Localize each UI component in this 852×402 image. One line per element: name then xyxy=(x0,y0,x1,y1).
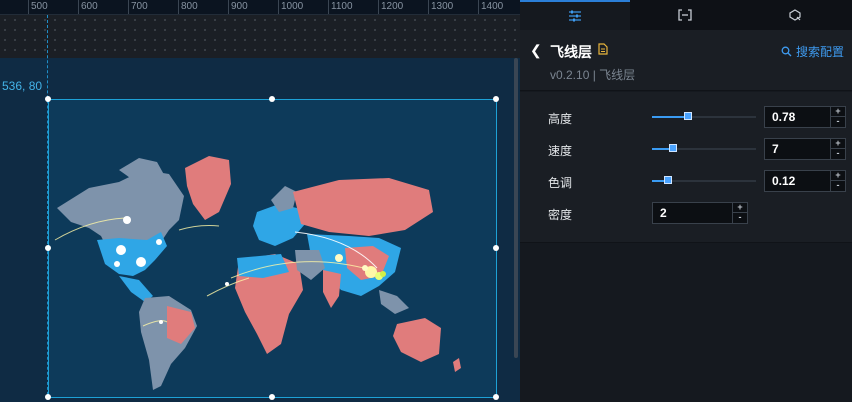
flyline-map-widget[interactable] xyxy=(45,96,499,400)
layer-title: 飞线层 xyxy=(550,44,592,60)
ruler-tick: 500 xyxy=(31,1,48,12)
slider-knob[interactable] xyxy=(669,144,677,152)
number-stepper[interactable]: + - xyxy=(830,139,845,159)
australia-shape xyxy=(393,318,441,362)
speed-slider[interactable] xyxy=(652,144,756,152)
input-value: 7 xyxy=(772,142,779,156)
flyline-point xyxy=(116,245,126,255)
resize-handle[interactable] xyxy=(269,394,275,400)
search-config-link[interactable]: 搜索配置 xyxy=(781,43,844,60)
flyline-point xyxy=(136,257,146,267)
density-input[interactable]: 2 + - xyxy=(652,202,748,224)
flyline-point xyxy=(156,239,162,245)
vertical-scrollbar[interactable] xyxy=(514,58,518,358)
sliders-icon xyxy=(569,10,581,22)
ruler-tick: 800 xyxy=(181,1,198,12)
param-row-height: 高度 0.78 + - xyxy=(520,104,852,130)
horizontal-ruler: 500 600 700 800 900 1000 1100 1200 1300 … xyxy=(0,0,520,15)
number-stepper[interactable]: + - xyxy=(830,107,845,127)
flyline-point xyxy=(114,261,120,267)
tab-settings[interactable] xyxy=(520,0,630,30)
slider-fill xyxy=(652,116,688,118)
flyline-point xyxy=(380,271,386,277)
resize-handle[interactable] xyxy=(493,394,499,400)
param-row-hue: 色调 0.12 + - xyxy=(520,168,852,194)
search-icon xyxy=(781,46,792,57)
param-row-speed: 速度 7 + - xyxy=(520,136,852,162)
resize-handle[interactable] xyxy=(269,96,275,102)
tab-interaction[interactable] xyxy=(740,0,850,30)
height-input[interactable]: 0.78 + - xyxy=(764,106,846,128)
height-slider[interactable] xyxy=(652,112,756,120)
decrement-button[interactable]: - xyxy=(733,213,747,223)
new-zealand-shape xyxy=(453,358,461,372)
slider-knob[interactable] xyxy=(664,176,672,184)
ruler-tick: 1000 xyxy=(281,1,304,12)
bracket-icon xyxy=(678,9,692,21)
ruler-tick: 1100 xyxy=(331,1,353,12)
flyline xyxy=(178,225,220,231)
decrement-button[interactable]: - xyxy=(831,181,845,191)
world-map xyxy=(54,156,461,390)
flyline-point xyxy=(123,216,131,224)
hue-input[interactable]: 0.12 + - xyxy=(764,170,846,192)
resize-handle[interactable] xyxy=(493,245,499,251)
param-label: 高度 xyxy=(548,112,573,126)
search-config-label: 搜索配置 xyxy=(795,45,844,59)
ruler-tick: 1300 xyxy=(431,1,454,12)
input-value: 0.12 xyxy=(772,174,796,188)
tab-data[interactable] xyxy=(630,0,740,30)
refresh-icon xyxy=(789,9,801,21)
speed-input[interactable]: 7 + - xyxy=(764,138,846,160)
flyline-point xyxy=(362,265,368,271)
india-shape xyxy=(323,270,341,308)
param-label: 密度 xyxy=(548,208,573,222)
document-icon[interactable] xyxy=(598,43,608,55)
ruler-tick: 1400 xyxy=(481,1,504,12)
resize-handle[interactable] xyxy=(45,245,51,251)
version-text: v0.2.10 | 飞线层 xyxy=(550,68,636,82)
canvas-top-strip xyxy=(0,15,520,58)
input-value: 2 xyxy=(660,206,667,220)
slider-knob[interactable] xyxy=(684,112,692,120)
resize-handle[interactable] xyxy=(45,394,51,400)
param-label: 速度 xyxy=(548,144,573,158)
config-panel: ❮ 飞线层 搜索配置 v0.2.10 | 飞线层 高度 0.78 + - 速度 … xyxy=(520,0,852,402)
param-controls: 高度 0.78 + - 速度 7 + - 色调 0.12 + - 密度 2 + … xyxy=(520,92,852,243)
ruler-tick: 600 xyxy=(81,1,98,12)
resize-handle[interactable] xyxy=(45,96,51,102)
param-label: 色调 xyxy=(548,176,573,190)
flyline-point xyxy=(225,282,229,286)
greenland-shape xyxy=(185,156,231,220)
panel-tabs xyxy=(520,0,852,30)
hue-slider[interactable] xyxy=(652,176,756,184)
input-value: 0.78 xyxy=(772,110,796,124)
flyline-point xyxy=(335,254,343,262)
panel-header: ❮ 飞线层 搜索配置 v0.2.10 | 飞线层 xyxy=(520,30,852,91)
resize-handle[interactable] xyxy=(493,96,499,102)
param-row-density: 密度 2 + - xyxy=(520,200,852,226)
ruler-tick: 1200 xyxy=(381,1,404,12)
russia-shape xyxy=(293,178,433,236)
chevron-left-icon[interactable]: ❮ xyxy=(530,42,542,59)
decrement-button[interactable]: - xyxy=(831,117,845,127)
number-stepper[interactable]: + - xyxy=(830,171,845,191)
ruler-tick: 700 xyxy=(131,1,148,12)
ruler-tick: 900 xyxy=(231,1,248,12)
flyline-point xyxy=(159,320,163,324)
decrement-button[interactable]: - xyxy=(831,149,845,159)
southeast-asia-shape xyxy=(379,290,409,314)
editor-canvas[interactable]: 500 600 700 800 900 1000 1100 1200 1300 … xyxy=(0,0,520,402)
number-stepper[interactable]: + - xyxy=(732,203,747,223)
coordinate-readout: 536, 80 xyxy=(2,79,43,93)
